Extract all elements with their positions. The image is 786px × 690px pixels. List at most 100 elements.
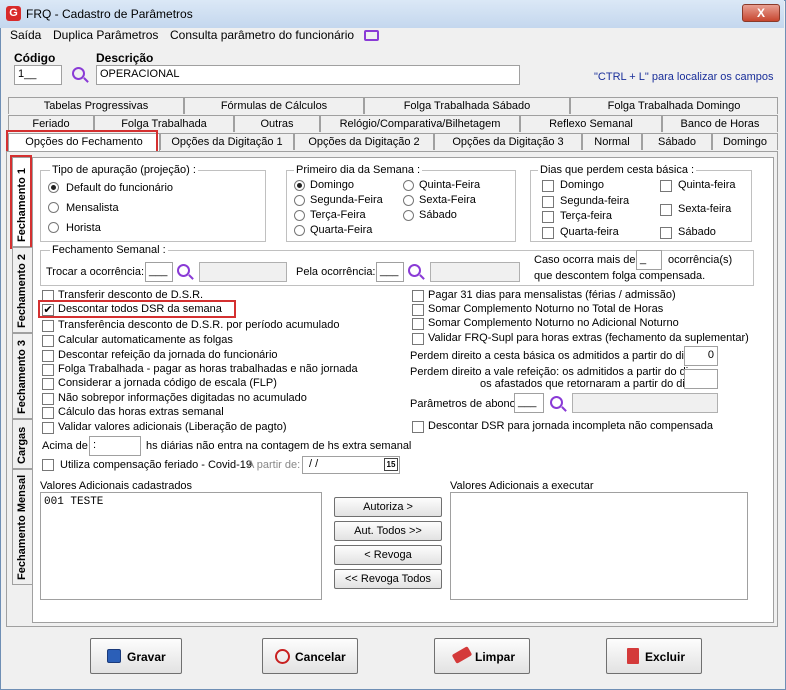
chk-transferencia-acumulado[interactable] <box>42 320 54 332</box>
chk-calcular-folgas[interactable] <box>42 335 54 347</box>
tab-domingo[interactable]: Domingo <box>712 133 778 150</box>
radio-quarta[interactable] <box>294 225 305 236</box>
vtab-fechamento-3[interactable]: Fechamento 3 <box>12 333 32 419</box>
label-somar-total: Somar Complemento Noturno no Total de Ho… <box>428 303 664 315</box>
radio-sabado[interactable] <box>403 210 414 221</box>
chk-dia-quinta[interactable] <box>660 180 672 192</box>
search-icon[interactable] <box>177 264 190 277</box>
search-icon[interactable] <box>72 67 85 80</box>
revoga-button[interactable]: < Revoga <box>334 545 442 565</box>
search-icon[interactable] <box>408 264 421 277</box>
app-logo-icon: G <box>6 6 21 21</box>
chk-dsr-incompleta[interactable] <box>412 421 424 433</box>
chk-descontar-refeicao[interactable] <box>42 350 54 362</box>
label-quarta: Quarta-Feira <box>310 224 373 236</box>
tab-folga-sabado[interactable]: Folga Trabalhada Sábado <box>364 97 570 114</box>
tab-digitacao-2[interactable]: Opções da Digitação 2 <box>294 133 434 150</box>
radio-horista[interactable] <box>48 222 59 233</box>
vtab-cargas[interactable]: Cargas <box>12 419 32 469</box>
menu-consulta[interactable]: Consulta parâmetro do funcionário <box>170 28 354 42</box>
limpar-button[interactable]: Limpar <box>434 638 530 674</box>
aut-todos-button[interactable]: Aut. Todos >> <box>334 521 442 541</box>
tab-formulas[interactable]: Fórmulas de Cálculos <box>184 97 364 114</box>
tab-outras[interactable]: Outras <box>234 115 320 132</box>
fech-sem-title: Fechamento Semanal : <box>50 244 168 256</box>
label-terca: Terça-Feira <box>310 209 366 221</box>
chk-dia-quarta[interactable] <box>542 227 554 239</box>
trocar-input[interactable]: ___ <box>145 262 173 282</box>
pela-input[interactable]: ___ <box>376 262 404 282</box>
vtab-highlight-box <box>10 155 32 249</box>
caso-label-3: que descontem folga compensada. <box>534 270 706 282</box>
menu-duplica[interactable]: Duplica Parâmetros <box>53 28 158 42</box>
tab-digitacao-3[interactable]: Opções da Digitação 3 <box>434 133 582 150</box>
radio-terca[interactable] <box>294 210 305 221</box>
chk-dia-terca[interactable] <box>542 211 554 223</box>
abono-input[interactable]: ___ <box>514 393 544 413</box>
primeiro-title: Primeiro dia da Semana : <box>294 164 423 176</box>
chk-folga-trabalhada[interactable] <box>42 364 54 376</box>
radio-domingo[interactable] <box>294 180 305 191</box>
chk-dia-sabado[interactable] <box>660 227 672 239</box>
chk-validar-supl[interactable] <box>412 333 424 345</box>
excluir-button[interactable]: Excluir <box>606 638 702 674</box>
search-icon[interactable] <box>550 396 563 409</box>
vtab-fechamento-mensal[interactable]: Fechamento Mensal <box>12 469 32 585</box>
calendar-icon[interactable]: 15 <box>384 458 398 471</box>
window-title: FRQ - Cadastro de Parâmetros <box>26 7 193 21</box>
chk-validar-adicionais[interactable] <box>42 422 54 434</box>
label-sabado: Sábado <box>419 209 457 221</box>
vale-label-2: os afastados que retornaram a partir do … <box>480 378 691 390</box>
revoga-todos-button[interactable]: << Revoga Todos <box>334 569 442 589</box>
trocar-label: Trocar a ocorrência: <box>46 266 145 278</box>
tab-relogio[interactable]: Relógio/Comparativa/Bilhetagem <box>320 115 520 132</box>
vale-input[interactable] <box>684 369 718 389</box>
tab-tabelas[interactable]: Tabelas Progressivas <box>8 97 184 114</box>
chk-somar-adicional[interactable] <box>412 318 424 330</box>
chk-nao-sobrepor[interactable] <box>42 393 54 405</box>
tab-banco-horas[interactable]: Banco de Horas <box>662 115 778 132</box>
chk-covid[interactable] <box>42 459 54 471</box>
tab-reflexo[interactable]: Reflexo Semanal <box>520 115 662 132</box>
tab-folga-domingo[interactable]: Folga Trabalhada Domingo <box>570 97 778 114</box>
radio-horista-label: Horista <box>66 222 101 234</box>
tab-sabado[interactable]: Sábado <box>642 133 712 150</box>
label-dia-sabado: Sábado <box>678 226 716 238</box>
cad-list[interactable]: 001 TESTE <box>40 492 322 600</box>
vtab-fechamento-2[interactable]: Fechamento 2 <box>12 247 32 333</box>
list-item[interactable]: 001 TESTE <box>44 496 318 508</box>
tab-digitacao-1[interactable]: Opções da Digitação 1 <box>160 133 294 150</box>
codigo-input[interactable]: 1__ <box>14 65 62 85</box>
chk-pagar-31[interactable] <box>412 290 424 302</box>
close-button[interactable]: X <box>742 4 780 22</box>
highlight-box <box>38 300 236 318</box>
label-sexta: Sexta-Feira <box>419 194 476 206</box>
label-segunda: Segunda-Feira <box>310 194 383 206</box>
caso-input[interactable]: _ <box>636 250 662 270</box>
label-dia-quarta: Quarta-feira <box>560 226 619 238</box>
cancelar-button[interactable]: Cancelar <box>262 638 358 674</box>
chk-dia-domingo[interactable] <box>542 180 554 192</box>
gravar-button[interactable]: Gravar <box>90 638 182 674</box>
radio-segunda[interactable] <box>294 195 305 206</box>
trocar-desc <box>199 262 287 282</box>
chk-dia-segunda[interactable] <box>542 196 554 208</box>
radio-sexta[interactable] <box>403 195 414 206</box>
monitor-icon[interactable] <box>364 30 379 41</box>
chk-calculo-semanal[interactable] <box>42 407 54 419</box>
chk-considerar-escala[interactable] <box>42 378 54 390</box>
acima-input[interactable]: : <box>89 436 141 456</box>
dias-title: Dias que perdem cesta básica : <box>538 164 697 176</box>
radio-quinta[interactable] <box>403 180 414 191</box>
chk-somar-total[interactable] <box>412 304 424 316</box>
label-dia-terca: Terça-feira <box>560 210 612 222</box>
radio-mensalista[interactable] <box>48 202 59 213</box>
cesta-input[interactable]: 0 <box>684 346 718 366</box>
exec-list[interactable] <box>450 492 748 600</box>
autoriza-button[interactable]: Autoriza > <box>334 497 442 517</box>
descricao-input[interactable]: OPERACIONAL <box>96 65 520 85</box>
chk-dia-sexta[interactable] <box>660 204 672 216</box>
tab-normal[interactable]: Normal <box>582 133 642 150</box>
radio-default[interactable] <box>48 182 59 193</box>
menu-saida[interactable]: Saída <box>10 28 41 42</box>
